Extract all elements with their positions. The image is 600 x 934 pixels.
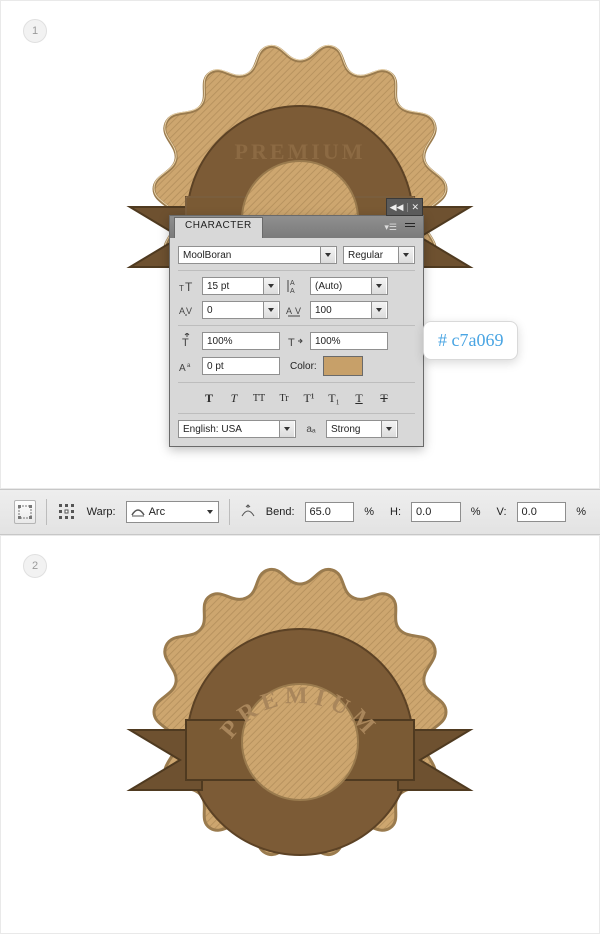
bend-input[interactable]: 65.0 bbox=[305, 502, 355, 522]
antialias-value: Strong bbox=[331, 424, 377, 435]
percent-sign: % bbox=[364, 506, 374, 518]
superscript-button[interactable]: T¹ bbox=[299, 389, 319, 407]
faux-bold-button[interactable]: T bbox=[199, 389, 219, 407]
font-style-select[interactable]: Regular bbox=[343, 246, 415, 264]
arc-icon bbox=[131, 505, 145, 520]
chevron-down-icon bbox=[263, 302, 278, 318]
all-caps-button[interactable]: TT bbox=[249, 389, 269, 407]
h-distort-value: 0.0 bbox=[416, 506, 431, 518]
svg-text:A: A bbox=[286, 306, 292, 316]
svg-text:A: A bbox=[290, 280, 295, 287]
chevron-down-icon bbox=[371, 302, 386, 318]
chevron-down-icon bbox=[203, 504, 217, 520]
separator bbox=[46, 499, 47, 525]
panel-collapse-icon[interactable] bbox=[404, 220, 416, 232]
tracking-value: 100 bbox=[315, 305, 367, 316]
svg-text:T: T bbox=[182, 337, 189, 349]
subscript-button[interactable]: T₁ bbox=[324, 389, 344, 407]
step-2-panel: 2 PREMIUM bbox=[0, 535, 600, 934]
collapse-left-icon: ◀◀ bbox=[390, 203, 404, 212]
baseline-shift-icon: Aa bbox=[178, 357, 196, 375]
bend-label: Bend: bbox=[266, 506, 295, 518]
chevron-down-icon bbox=[371, 278, 386, 294]
svg-text:T: T bbox=[288, 337, 295, 348]
svg-text:T: T bbox=[185, 280, 193, 293]
step-1-panel: 1 PREMIUM bbox=[0, 0, 600, 489]
step-number-1: 1 bbox=[23, 19, 47, 43]
font-size-select[interactable]: 15 pt bbox=[202, 277, 280, 295]
vertical-scale-value: 100% bbox=[207, 336, 233, 347]
font-family-value: MoolBoran bbox=[183, 250, 316, 261]
language-value: English: USA bbox=[183, 424, 275, 435]
hex-color-callout: # c7a069 bbox=[423, 321, 518, 360]
transform-handles-icon[interactable] bbox=[14, 500, 36, 524]
warp-options-bar: Warp: Arc Bend: 65.0 % H: 0.0 % V: 0.0 % bbox=[0, 489, 600, 535]
v-distort-label: V: bbox=[497, 506, 507, 518]
svg-text:A: A bbox=[179, 363, 186, 373]
font-size-value: 15 pt bbox=[207, 281, 259, 292]
character-panel: ◀◀ ✕ CHARACTER ▾☰ MoolBoran Regular bbox=[169, 215, 424, 447]
warp-style-select[interactable]: Arc bbox=[126, 501, 219, 523]
chevron-down-icon bbox=[263, 278, 278, 294]
step-number-2: 2 bbox=[23, 554, 47, 578]
badge-svg-2: PREMIUM bbox=[120, 562, 480, 922]
h-distort-label: H: bbox=[390, 506, 401, 518]
horizontal-scale-value: 100% bbox=[315, 336, 341, 347]
h-distort-input[interactable]: 0.0 bbox=[411, 502, 461, 522]
svg-text:a: a bbox=[187, 363, 191, 369]
warp-label: Warp: bbox=[87, 506, 116, 518]
percent-sign: % bbox=[576, 506, 586, 518]
underline-button[interactable]: T bbox=[349, 389, 369, 407]
antialias-select[interactable]: Strong bbox=[326, 420, 398, 438]
kerning-select[interactable]: 0 bbox=[202, 301, 280, 319]
svg-text:A: A bbox=[179, 306, 185, 316]
leading-icon: AA bbox=[286, 277, 304, 295]
percent-sign: % bbox=[471, 506, 481, 518]
badge-artwork-step2: PREMIUM bbox=[120, 562, 480, 922]
bend-value: 65.0 bbox=[310, 506, 331, 518]
small-caps-button[interactable]: Tr bbox=[274, 389, 294, 407]
horizontal-scale-input[interactable]: 100% bbox=[310, 332, 388, 350]
chevron-down-icon bbox=[398, 247, 413, 263]
chevron-down-icon bbox=[279, 421, 294, 437]
warp-style-value: Arc bbox=[149, 506, 199, 518]
chevron-down-icon bbox=[381, 421, 396, 437]
font-style-value: Regular bbox=[348, 250, 394, 261]
font-family-select[interactable]: MoolBoran bbox=[178, 246, 337, 264]
baseline-shift-value: 0 pt bbox=[207, 361, 224, 372]
strikethrough-button[interactable]: T bbox=[374, 389, 394, 407]
panel-dock-controls[interactable]: ◀◀ ✕ bbox=[386, 198, 423, 216]
faux-italic-button[interactable]: T bbox=[224, 389, 244, 407]
character-panel-body: MoolBoran Regular TT 15 pt AA bbox=[170, 238, 423, 446]
color-label: Color: bbox=[290, 361, 317, 372]
antialias-icon: aₐ bbox=[302, 420, 320, 438]
separator bbox=[229, 499, 230, 525]
tracking-icon: AV bbox=[286, 301, 304, 319]
leading-select[interactable]: (Auto) bbox=[310, 277, 388, 295]
text-color-swatch[interactable] bbox=[323, 356, 363, 376]
svg-text:V: V bbox=[295, 306, 301, 316]
svg-text:A: A bbox=[290, 288, 295, 294]
chevron-down-icon bbox=[320, 247, 335, 263]
orientation-icon[interactable] bbox=[240, 501, 256, 523]
tracking-select[interactable]: 100 bbox=[310, 301, 388, 319]
close-icon[interactable]: ✕ bbox=[407, 203, 419, 212]
v-distort-value: 0.0 bbox=[522, 506, 537, 518]
language-select[interactable]: English: USA bbox=[178, 420, 296, 438]
vertical-scale-input[interactable]: 100% bbox=[202, 332, 280, 350]
reference-point-icon[interactable] bbox=[57, 501, 77, 523]
v-distort-input[interactable]: 0.0 bbox=[517, 502, 567, 522]
leading-value: (Auto) bbox=[315, 281, 367, 292]
tab-character[interactable]: CHARACTER bbox=[174, 217, 263, 238]
baseline-shift-input[interactable]: 0 pt bbox=[202, 357, 280, 375]
panel-options-icon[interactable]: ▾☰ bbox=[384, 222, 397, 233]
vertical-scale-icon: T bbox=[178, 332, 196, 350]
svg-text:T: T bbox=[179, 284, 184, 293]
kerning-value: 0 bbox=[207, 305, 259, 316]
panel-tabbar: CHARACTER ▾☰ bbox=[170, 216, 423, 238]
kerning-icon: AV bbox=[178, 301, 196, 319]
horizontal-scale-icon: T bbox=[286, 332, 304, 350]
type-style-row: T T TT Tr T¹ T₁ T T bbox=[178, 382, 415, 414]
font-size-icon: TT bbox=[178, 277, 196, 295]
